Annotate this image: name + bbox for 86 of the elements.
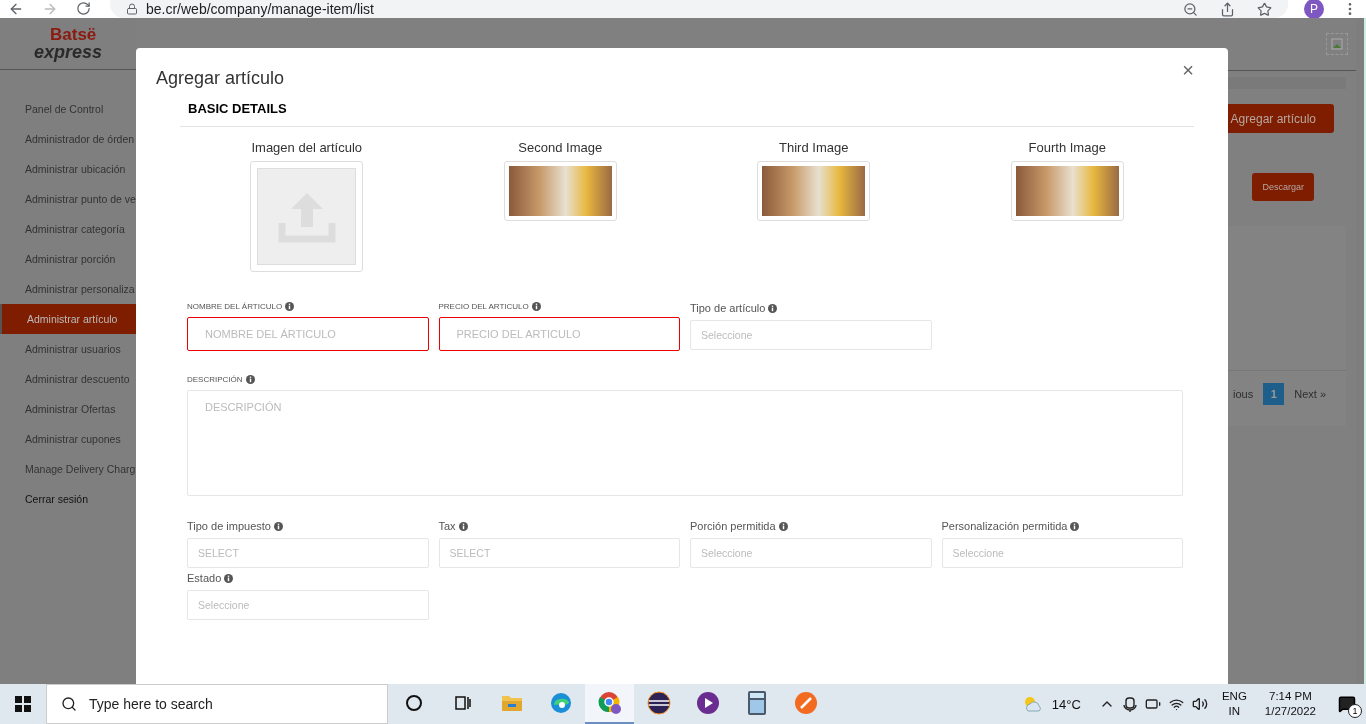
- previous-link[interactable]: ious: [1233, 388, 1254, 400]
- next-link[interactable]: Next »: [1294, 388, 1326, 400]
- logout-link[interactable]: Cerrar sesión: [0, 484, 136, 514]
- select-field[interactable]: Seleccione: [187, 590, 429, 620]
- start-icon: [15, 696, 31, 712]
- back-icon[interactable]: [8, 1, 24, 17]
- sidebar-item[interactable]: Administrar ubicación: [0, 154, 136, 184]
- lock-icon: [126, 3, 138, 15]
- wifi-icon[interactable]: [1168, 696, 1184, 712]
- volume-icon[interactable]: [1191, 696, 1208, 712]
- pencil-icon[interactable]: [793, 691, 818, 715]
- striped-circle-icon[interactable]: [646, 691, 671, 715]
- field-label: Tipo de artículo: [690, 302, 766, 314]
- broken-image-icon: [1326, 33, 1348, 55]
- star-icon[interactable]: [1257, 1, 1272, 17]
- download-button[interactable]: Descargar: [1252, 173, 1314, 201]
- field-label: Tipo de impuesto: [187, 520, 271, 532]
- info-icon: [285, 302, 295, 311]
- logo-bottom-text: express: [34, 43, 103, 61]
- description-field[interactable]: DESCRIPCIÓN: [187, 390, 1183, 496]
- field-label: PRECIO DEL ARTICULO: [438, 302, 529, 311]
- select-field[interactable]: Seleccione: [690, 538, 932, 568]
- select-field[interactable]: SELECT: [187, 538, 429, 568]
- profile-avatar[interactable]: P: [1304, 0, 1324, 18]
- info-icon: [768, 303, 778, 313]
- meet-icon[interactable]: [1122, 696, 1137, 712]
- url-text: be.cr/web/company/manage-item/list: [146, 1, 374, 17]
- sidebar-item[interactable]: Panel de Control: [0, 94, 136, 124]
- search-icon: [61, 696, 77, 712]
- info-icon: [778, 521, 788, 531]
- sidebar-item[interactable]: Administrar cupones: [0, 424, 136, 454]
- info-icon: [224, 573, 234, 583]
- modal-title: Agregar artículo: [156, 68, 285, 89]
- logo-top-text: Batsë: [50, 26, 98, 43]
- field-label: Estado: [187, 572, 222, 584]
- close-button[interactable]: ×: [1182, 60, 1194, 80]
- info-icon: [1070, 521, 1080, 531]
- field-label: Personalización permitida: [941, 520, 1068, 532]
- ring-icon[interactable]: [404, 694, 423, 712]
- browser-icon[interactable]: [597, 691, 622, 715]
- sidebar-item[interactable]: Administrar categoría: [0, 214, 136, 244]
- zoom-out-icon[interactable]: [1183, 1, 1198, 17]
- reload-icon[interactable]: [76, 1, 92, 17]
- field-label: NOMBRE DEL ÁRTICULO: [187, 302, 283, 311]
- share-icon[interactable]: [1220, 1, 1235, 17]
- info-icon: [531, 302, 541, 311]
- sidebar-item[interactable]: Administrar personaliza: [0, 274, 136, 304]
- region-text[interactable]: IN: [1228, 704, 1241, 719]
- play-icon[interactable]: [695, 691, 720, 715]
- input-field[interactable]: PRECIO DEL ARTICULO: [438, 317, 680, 351]
- sidebar-item[interactable]: Administrar usuarios: [0, 334, 136, 364]
- language-text[interactable]: ENG: [1221, 689, 1247, 704]
- folder-icon[interactable]: [500, 693, 523, 713]
- select-field[interactable]: SELECT: [438, 538, 680, 568]
- image-label: Imagen del artículo: [251, 140, 363, 155]
- select-field[interactable]: Seleccione: [941, 538, 1183, 568]
- calculator-icon[interactable]: [747, 691, 766, 715]
- search-bar[interactable]: Type here to search: [46, 684, 388, 724]
- select-field[interactable]: Seleccione: [690, 320, 932, 350]
- info-icon: [274, 521, 283, 531]
- field-label: Tax: [438, 520, 456, 532]
- info-icon: [458, 521, 468, 531]
- field-label: DESCRIPCIÓN: [187, 375, 243, 384]
- image-label: Second Image: [518, 140, 603, 155]
- page-button[interactable]: 1: [1263, 383, 1285, 405]
- input-field[interactable]: NOMBRE DEL ÁRTICULO: [187, 317, 429, 351]
- browser-icon[interactable]: [549, 692, 572, 714]
- clock-date[interactable]: 1/27/2022: [1264, 704, 1316, 719]
- clock-time[interactable]: 7:14 PM: [1269, 689, 1312, 704]
- image-label: Fourth Image: [1028, 140, 1106, 155]
- sidebar-item[interactable]: Administrar punto de ve: [0, 184, 136, 214]
- sidebar-item[interactable]: Administrar porción: [0, 244, 136, 274]
- sidebar-item[interactable]: Administrar Ofertas: [0, 394, 136, 424]
- battery-icon[interactable]: [1144, 696, 1161, 712]
- sidebar-item[interactable]: Administrar artículo: [0, 304, 136, 334]
- field-label: Porción permitida: [690, 520, 776, 532]
- section-heading: BASIC DETAILS: [180, 99, 1194, 127]
- sidebar-item[interactable]: Manage Delivery Charg: [0, 454, 136, 484]
- image-label: Third Image: [779, 140, 849, 155]
- task-view-icon[interactable]: [453, 694, 472, 712]
- notification-badge: 1: [1348, 704, 1362, 718]
- info-icon: [245, 375, 255, 384]
- address-bar[interactable]: be.cr/web/company/manage-item/list: [110, 0, 1288, 18]
- sidebar-item[interactable]: Administrar descuento: [0, 364, 136, 394]
- weather-text: 14°C: [1051, 696, 1081, 712]
- sidebar-item[interactable]: Administrador de órden: [0, 124, 136, 154]
